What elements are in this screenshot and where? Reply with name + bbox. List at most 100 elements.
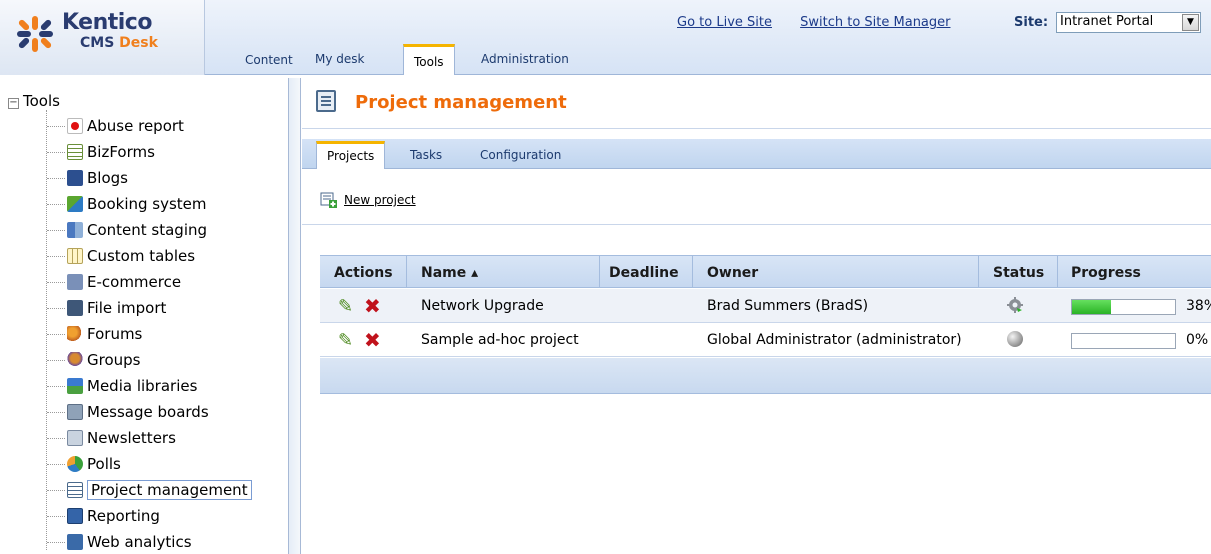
tree-item-reporting[interactable]: Reporting [47, 505, 160, 527]
kentico-logo-icon [17, 16, 53, 52]
tree-item-project-management[interactable]: Project management [47, 479, 252, 501]
project-owner: Global Administrator (administrator) [707, 332, 962, 348]
table-row: ✎ ✖ Network Upgrade Brad Summers (BradS)… [320, 289, 1211, 323]
tab-administration[interactable]: Administration [481, 52, 569, 66]
tree-item-label: File import [87, 299, 167, 317]
collapse-icon[interactable]: − [8, 98, 19, 109]
tree-item-label: Message boards [87, 403, 209, 421]
page-title: Project management [355, 92, 567, 113]
tree-root-tools[interactable]: − Tools [8, 92, 60, 110]
progress-bar [1071, 299, 1176, 315]
forums-icon [67, 326, 83, 342]
project-management-icon [316, 90, 336, 112]
tree-item-label: Booking system [87, 195, 207, 213]
column-owner[interactable]: Owner [707, 265, 758, 281]
message-boards-icon [67, 404, 83, 420]
tab-configuration[interactable]: Configuration [480, 148, 561, 162]
tools-tree: − Tools Abuse report BizForms Blogs Booki… [0, 78, 289, 554]
tree-item-e-commerce[interactable]: E-commerce [47, 271, 181, 293]
delete-icon[interactable]: ✖ [364, 294, 381, 318]
new-project-link[interactable]: New project [344, 193, 416, 207]
sub-tabs: Projects Tasks Configuration [302, 139, 1211, 169]
edit-icon[interactable]: ✎ [338, 296, 353, 317]
gear-status-icon [1007, 297, 1023, 313]
tree-item-label: Reporting [87, 507, 160, 525]
main-content: Project management Projects Tasks Config… [302, 78, 1211, 554]
progress-text: 0% [1186, 332, 1209, 348]
tab-tasks[interactable]: Tasks [410, 148, 442, 162]
column-actions: Actions [334, 265, 393, 281]
go-to-live-site-link[interactable]: Go to Live Site [677, 15, 772, 30]
polls-icon [67, 456, 83, 472]
tree-item-booking-system[interactable]: Booking system [47, 193, 207, 215]
tree-item-groups[interactable]: Groups [47, 349, 140, 371]
tab-my-desk[interactable]: My desk [315, 52, 364, 66]
tree-item-media-libraries[interactable]: Media libraries [47, 375, 197, 397]
tree-root-label: Tools [23, 92, 60, 110]
custom-tables-icon [67, 248, 83, 264]
grid-footer [320, 358, 1211, 394]
tree-item-label: Polls [87, 455, 121, 473]
column-progress[interactable]: Progress [1071, 265, 1141, 281]
tree-item-label: Forums [87, 325, 143, 343]
logo[interactable]: Kentico CMS Desk [0, 0, 205, 75]
new-project-icon [320, 192, 338, 208]
bizforms-icon [67, 144, 83, 160]
title-bar: Project management [302, 78, 1211, 129]
tree-item-label: BizForms [87, 143, 155, 161]
tree-item-blogs[interactable]: Blogs [47, 167, 128, 189]
divider [302, 224, 1211, 225]
tree-item-message-boards[interactable]: Message boards [47, 401, 209, 423]
edit-icon[interactable]: ✎ [338, 330, 353, 351]
delete-icon[interactable]: ✖ [364, 328, 381, 352]
tree-item-label: Custom tables [87, 247, 196, 265]
tab-content[interactable]: Content [245, 53, 293, 67]
header-bar: Kentico CMS Desk Content Go to Live Site… [0, 0, 1211, 75]
tree-item-polls[interactable]: Polls [47, 453, 121, 475]
tree-item-newsletters[interactable]: Newsletters [47, 427, 176, 449]
tree-item-label: Content staging [87, 221, 208, 239]
progress-bar [1071, 333, 1176, 349]
project-name: Sample ad-hoc project [421, 332, 579, 348]
column-deadline[interactable]: Deadline [609, 265, 679, 281]
project-name: Network Upgrade [421, 298, 544, 314]
site-select[interactable]: Intranet Portal ▼ [1056, 12, 1201, 33]
tree-item-label: Web analytics [87, 533, 192, 551]
logo-subtitle: CMS Desk [80, 35, 158, 51]
groups-icon [67, 352, 83, 368]
top-links: Go to Live Site Switch to Site Manager [677, 15, 975, 30]
logo-sub-cms: CMS [80, 35, 115, 51]
blogs-icon [67, 170, 83, 186]
project-owner: Brad Summers (BradS) [707, 298, 869, 314]
tree-item-label: E-commerce [87, 273, 182, 291]
column-name[interactable]: Name ▴ [421, 265, 478, 281]
tree-item-bizforms[interactable]: BizForms [47, 141, 155, 163]
switch-to-site-manager-link[interactable]: Switch to Site Manager [800, 15, 950, 30]
abuse-report-icon [67, 118, 83, 134]
tab-projects[interactable]: Projects [316, 141, 386, 169]
logo-title: Kentico [62, 10, 152, 35]
site-label: Site: [1014, 15, 1049, 30]
tree-item-abuse-report[interactable]: Abuse report [47, 115, 184, 137]
ecommerce-icon [67, 274, 83, 290]
site-select-value: Intranet Portal [1060, 14, 1154, 29]
logo-sub-desk: Desk [119, 35, 158, 51]
table-row: ✎ ✖ Sample ad-hoc project Global Adminis… [320, 323, 1211, 357]
tree-splitter[interactable] [289, 78, 301, 554]
media-libraries-icon [67, 378, 83, 394]
new-project-action[interactable]: New project [320, 192, 416, 208]
progress-text: 38% [1186, 298, 1211, 314]
tree-item-web-analytics[interactable]: Web analytics [47, 531, 192, 553]
tree-item-label: Abuse report [87, 117, 184, 135]
tree-item-label: Blogs [87, 169, 128, 187]
tree-item-forums[interactable]: Forums [47, 323, 142, 345]
tree-item-file-import[interactable]: File import [47, 297, 166, 319]
tab-tools[interactable]: Tools [403, 44, 455, 75]
not-started-status-icon [1007, 331, 1023, 347]
column-status[interactable]: Status [993, 265, 1044, 281]
tree-item-custom-tables[interactable]: Custom tables [47, 245, 195, 267]
dropdown-arrow-icon[interactable]: ▼ [1182, 14, 1199, 31]
tree-item-content-staging[interactable]: Content staging [47, 219, 207, 241]
reporting-icon [67, 508, 83, 524]
content-staging-icon [67, 222, 83, 238]
